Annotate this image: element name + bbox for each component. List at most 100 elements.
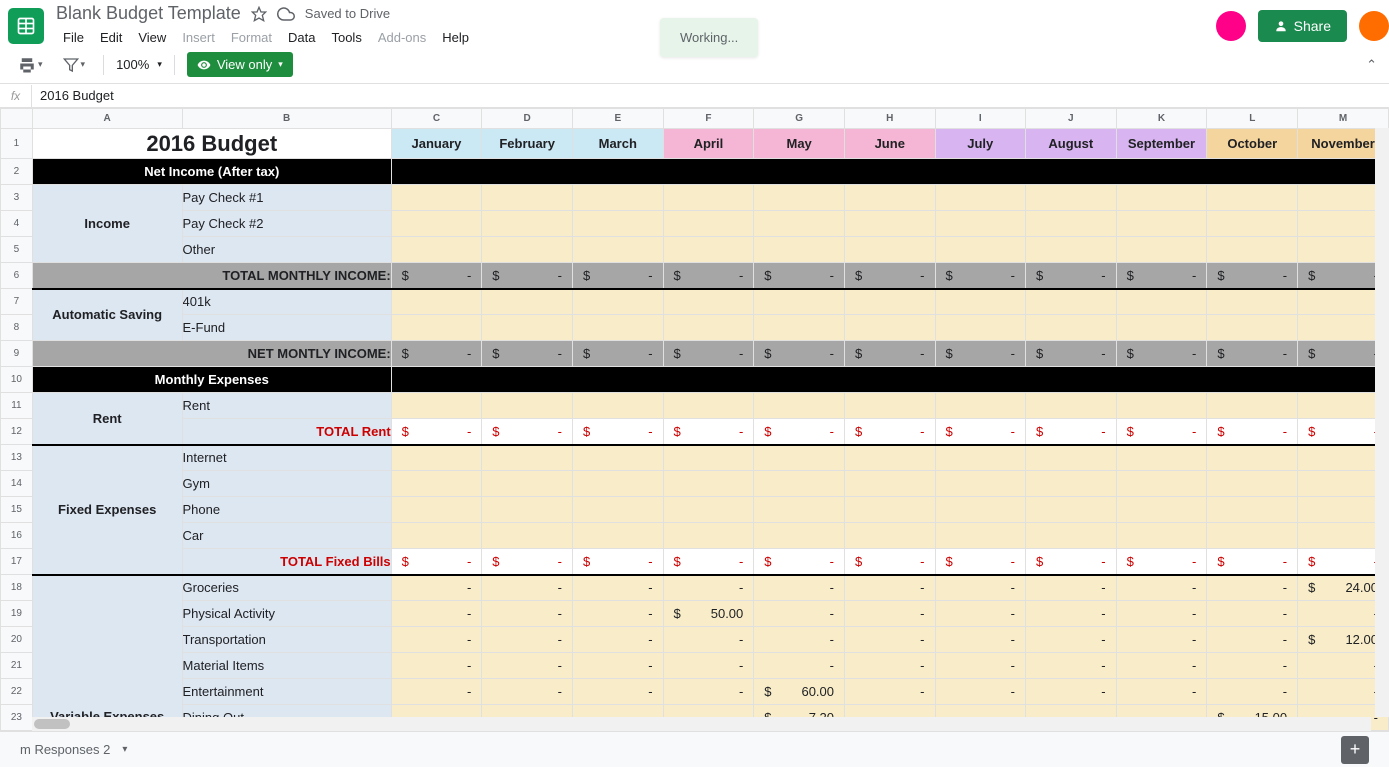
label-income[interactable]: Income: [32, 185, 182, 263]
month-sep[interactable]: September: [1116, 129, 1207, 159]
row-hdr[interactable]: 22: [1, 679, 33, 705]
col-hdr-L[interactable]: L: [1207, 109, 1298, 129]
label-variable[interactable]: Variable Expenses: [32, 575, 182, 731]
sheet-container[interactable]: A B C D E F G H I J K L M 1 2016 Budget …: [0, 108, 1389, 731]
income-item[interactable]: Pay Check #2: [182, 211, 391, 237]
total-fixed-label[interactable]: TOTAL Fixed Bills: [182, 549, 391, 575]
row-hdr[interactable]: 13: [1, 445, 33, 471]
doc-title[interactable]: Blank Budget Template: [56, 3, 241, 24]
month-feb[interactable]: February: [482, 129, 573, 159]
variable-item[interactable]: Physical Activity: [182, 601, 391, 627]
variable-item[interactable]: Groceries: [182, 575, 391, 601]
print-icon[interactable]: ▾: [12, 52, 49, 78]
label-rent[interactable]: Rent: [32, 393, 182, 445]
income-item[interactable]: Other: [182, 237, 391, 263]
section-net-income[interactable]: Net Income (After tax): [32, 159, 391, 185]
corner-cell[interactable]: [1, 109, 33, 129]
menu-view[interactable]: View: [131, 26, 173, 49]
col-hdr-G[interactable]: G: [754, 109, 845, 129]
horizontal-scrollbar[interactable]: [32, 717, 1371, 731]
physical-apr[interactable]: $50.00: [663, 601, 754, 627]
menu-tools[interactable]: Tools: [324, 26, 368, 49]
row-hdr[interactable]: 14: [1, 471, 33, 497]
row-hdr[interactable]: 4: [1, 211, 33, 237]
label-fixed[interactable]: Fixed Expenses: [32, 445, 182, 575]
row-hdr[interactable]: 12: [1, 419, 33, 445]
label-saving[interactable]: Automatic Saving: [32, 289, 182, 341]
collaborator-avatar[interactable]: [1216, 11, 1246, 41]
col-hdr-I[interactable]: I: [935, 109, 1025, 129]
col-hdr-K[interactable]: K: [1116, 109, 1207, 129]
total-monthly-income-label[interactable]: TOTAL MONTHLY INCOME:: [32, 263, 391, 289]
row-hdr[interactable]: 5: [1, 237, 33, 263]
col-hdr-E[interactable]: E: [573, 109, 664, 129]
variable-item[interactable]: Entertainment: [182, 679, 391, 705]
col-hdr-D[interactable]: D: [482, 109, 573, 129]
add-sheet-button[interactable]: +: [1341, 736, 1369, 764]
col-hdr-H[interactable]: H: [845, 109, 935, 129]
month-aug[interactable]: August: [1025, 129, 1116, 159]
month-mar[interactable]: March: [573, 129, 664, 159]
saving-item[interactable]: E-Fund: [182, 315, 391, 341]
row-hdr[interactable]: 8: [1, 315, 33, 341]
budget-title[interactable]: 2016 Budget: [32, 129, 391, 159]
menu-edit[interactable]: Edit: [93, 26, 129, 49]
view-only-button[interactable]: View only ▾: [187, 52, 293, 77]
row-hdr[interactable]: 18: [1, 575, 33, 601]
row-hdr[interactable]: 2: [1, 159, 33, 185]
vertical-scrollbar[interactable]: [1375, 128, 1389, 717]
variable-item[interactable]: Transportation: [182, 627, 391, 653]
fixed-item[interactable]: Phone: [182, 497, 391, 523]
entertain-may[interactable]: $60.00: [754, 679, 845, 705]
month-may[interactable]: May: [754, 129, 845, 159]
col-hdr-J[interactable]: J: [1025, 109, 1116, 129]
month-jan[interactable]: January: [391, 129, 482, 159]
formula-input[interactable]: 2016 Budget: [32, 88, 1389, 103]
row-hdr[interactable]: 11: [1, 393, 33, 419]
row-hdr[interactable]: 6: [1, 263, 33, 289]
total-rent-label[interactable]: TOTAL Rent: [182, 419, 391, 445]
fixed-item[interactable]: Gym: [182, 471, 391, 497]
variable-item[interactable]: Material Items: [182, 653, 391, 679]
row-hdr[interactable]: 17: [1, 549, 33, 575]
share-button[interactable]: Share: [1258, 10, 1347, 42]
menu-file[interactable]: File: [56, 26, 91, 49]
row-hdr[interactable]: 9: [1, 341, 33, 367]
row-hdr[interactable]: 15: [1, 497, 33, 523]
star-icon[interactable]: [251, 6, 267, 22]
spreadsheet-grid[interactable]: A B C D E F G H I J K L M 1 2016 Budget …: [0, 108, 1389, 731]
col-hdr-A[interactable]: A: [32, 109, 182, 129]
fixed-item[interactable]: Internet: [182, 445, 391, 471]
row-hdr[interactable]: 21: [1, 653, 33, 679]
user-avatar[interactable]: [1359, 11, 1389, 41]
row-hdr[interactable]: 10: [1, 367, 33, 393]
saving-item[interactable]: 401k: [182, 289, 391, 315]
row-hdr[interactable]: 20: [1, 627, 33, 653]
row-hdr[interactable]: 16: [1, 523, 33, 549]
net-monthly-income-label[interactable]: NET MONTLY INCOME:: [32, 341, 391, 367]
sheet-tab-partial[interactable]: m Responses 2: [20, 742, 110, 757]
filter-icon[interactable]: ▾: [57, 53, 92, 77]
app-logo[interactable]: [8, 8, 44, 44]
income-item[interactable]: Pay Check #1: [182, 185, 391, 211]
collapse-toolbar-icon[interactable]: ⌃: [1366, 57, 1377, 73]
fixed-item[interactable]: Car: [182, 523, 391, 549]
col-hdr-C[interactable]: C: [391, 109, 482, 129]
col-hdr-F[interactable]: F: [663, 109, 754, 129]
month-oct[interactable]: October: [1207, 129, 1298, 159]
row-hdr[interactable]: 7: [1, 289, 33, 315]
month-jun[interactable]: June: [845, 129, 935, 159]
row-hdr[interactable]: 19: [1, 601, 33, 627]
col-hdr-B[interactable]: B: [182, 109, 391, 129]
section-expenses[interactable]: Monthly Expenses: [32, 367, 391, 393]
zoom-select[interactable]: 100%▾: [116, 57, 162, 72]
month-jul[interactable]: July: [935, 129, 1025, 159]
cloud-icon[interactable]: [277, 5, 295, 23]
col-hdr-M[interactable]: M: [1298, 109, 1389, 129]
month-apr[interactable]: April: [663, 129, 754, 159]
menu-data[interactable]: Data: [281, 26, 322, 49]
menu-help[interactable]: Help: [435, 26, 476, 49]
rent-item[interactable]: Rent: [182, 393, 391, 419]
row-hdr[interactable]: 23: [1, 705, 33, 731]
row-hdr[interactable]: 1: [1, 129, 33, 159]
